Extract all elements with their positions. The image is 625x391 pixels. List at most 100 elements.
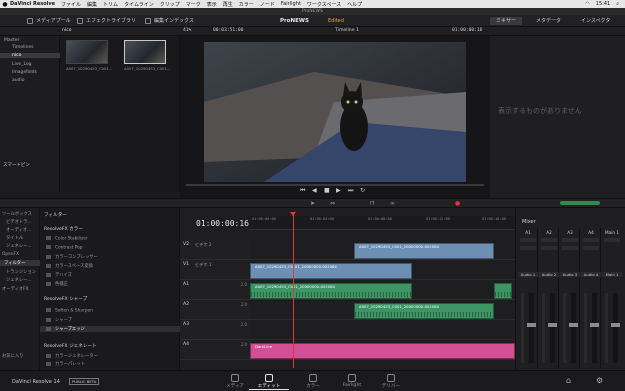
tree-openfx[interactable]: OpenFX [2,252,19,257]
effect-item[interactable]: デハイズ [46,272,72,278]
clip-thumbnail[interactable] [66,40,108,64]
menu-trim[interactable]: トリム [103,1,118,8]
tree-generators[interactable]: ジェネレー... [6,243,32,249]
timeline-name[interactable]: Timeline 1 [335,28,359,33]
audio-clip[interactable]: A007_10290453_C001_20000000-002064 [354,303,494,319]
tab-color[interactable]: カラー [293,374,333,389]
track-header-a4[interactable]: A4 2.0 [180,340,250,360]
volume-fader[interactable] [548,293,557,363]
trim-tool-icon[interactable]: ⇔ [330,200,335,207]
media-pool-button[interactable]: メディアプール [24,16,74,26]
track-header-a1[interactable]: A1 2.0 [180,280,250,300]
selection-tool-icon[interactable]: ➤ [310,200,315,207]
go-to-end-icon[interactable]: ⏭ [348,187,353,195]
menu-fairlight[interactable]: Fairlight [281,1,301,7]
effect-item[interactable]: Color Stabilizer [46,236,88,242]
effect-item[interactable]: カラーコンプレッサー [46,254,98,260]
effect-item[interactable]: Soften & Sharpen [46,308,93,314]
menu-clock[interactable]: 15:41 [596,1,610,7]
reverse-play-icon[interactable]: ◀ [312,187,317,194]
stop-icon[interactable]: ■ [324,187,330,194]
edit-index-button[interactable]: 編集インデックス [142,16,197,26]
tree-favorites[interactable]: お気に入り [2,353,23,359]
bin-timelines[interactable]: Timelines [12,45,33,50]
settings-gear-icon[interactable]: ⚙ [596,376,603,385]
viewer-frame-image[interactable] [204,42,466,182]
menu-app-name[interactable]: DaVinci Resolve [10,1,55,7]
loop-icon[interactable]: ↻ [360,187,365,194]
timeline-ruler[interactable]: 01:00:00:00 01:00:04:00 01:00:08:00 01:0… [250,216,515,230]
bin-nico[interactable]: nico [0,53,60,58]
menu-workspace[interactable]: ワークスペース [307,1,341,8]
eq-button[interactable] [562,246,578,250]
link-icon[interactable]: ∞ [390,200,395,207]
input-button[interactable] [583,238,599,242]
playhead[interactable] [293,212,294,368]
effect-item[interactable]: 色補正 [46,281,68,287]
effect-item[interactable]: カラーパレット [46,361,85,367]
bin-audio[interactable]: audio [12,78,24,83]
menu-edit[interactable]: 編集 [87,1,97,8]
zoom-slider[interactable] [560,201,600,205]
effect-item[interactable]: Contrast Pop [46,245,83,251]
menu-timeline[interactable]: タイムライン [124,1,154,8]
clip-thumbnail[interactable] [124,40,166,64]
menu-search-icon[interactable]: ⌕ [616,1,619,7]
audio-clip[interactable]: A007_10290453_C001_20000000-002064 [250,283,412,299]
bin-live-log[interactable]: Live_Log [12,62,31,67]
metadata-button[interactable]: メタデータ [530,17,567,25]
track-header-v2[interactable]: V2 ビデオ 2 [180,240,250,260]
track-header-a3[interactable]: A3 2.0 [180,320,250,340]
volume-fader[interactable] [611,293,620,363]
tree-audio-transitions[interactable]: オーディオ... [6,227,31,233]
effect-item[interactable]: カラージェネレーター [46,353,98,359]
inspector-button[interactable]: インスペクタ [575,17,616,25]
scrubber-bar[interactable] [186,184,484,186]
tree-video-transitions[interactable]: ビデオトラ... [6,219,32,225]
eq-button[interactable] [583,246,599,250]
tree-audio-fx[interactable]: オーディオFX [2,286,29,292]
smart-bins-header[interactable]: スマートビン [3,162,30,168]
track-header-v1[interactable]: V1 ビデオ 1 [180,260,250,280]
input-button[interactable] [604,238,620,242]
tab-fairlight[interactable]: Fairlight [332,374,372,388]
wifi-icon[interactable]: ◠ [585,1,589,7]
home-icon[interactable]: ⌂ [566,376,571,385]
go-to-start-icon[interactable]: ⏮ [300,187,305,195]
eq-button[interactable] [541,246,557,250]
tab-edit[interactable]: エディット [249,374,289,390]
input-button[interactable] [520,238,536,242]
track-header-a2[interactable]: A2 2.0 [180,300,250,320]
play-icon[interactable]: ▶ [336,187,341,194]
menu-help[interactable]: ヘルプ [347,1,362,8]
apple-icon[interactable]: ● [0,1,10,8]
menu-playback[interactable]: 再生 [223,1,233,8]
menu-view[interactable]: 表示 [207,1,217,8]
mixer-button[interactable]: ミキサー [490,17,523,25]
bin-imagefolds[interactable]: Imagefolds [12,70,37,75]
effect-item-selected[interactable]: シャープエッジ [40,326,180,332]
effect-item[interactable]: カラースペース変換 [46,263,93,269]
bin-master[interactable]: Master [4,38,19,43]
volume-fader[interactable] [569,293,578,363]
snapping-icon[interactable]: ⊓ [370,200,375,207]
tree-transitions[interactable]: トランジション [6,269,36,275]
effect-item[interactable]: シャープ [46,317,72,323]
video-clip[interactable]: A007_10290453_C0_01_20000000-002064 [250,263,412,279]
effects-library-button[interactable]: エフェクトライブラリ [74,16,139,26]
audio-clip[interactable] [494,283,512,299]
audio-clip-pink[interactable]: DarkLine [250,343,515,359]
menu-file[interactable]: ファイル [61,1,81,8]
menu-color[interactable]: カラー [239,1,254,8]
input-button[interactable] [562,238,578,242]
volume-fader[interactable] [590,293,599,363]
menu-nodes[interactable]: ノード [260,1,275,8]
volume-fader[interactable] [527,293,536,363]
tree-generators-2[interactable]: ジェネレー... [6,277,32,283]
zoom-level[interactable]: 41% [183,28,191,33]
marker-icon[interactable]: ● [455,200,460,207]
tree-toolbox[interactable]: ツールボックス [2,211,32,217]
tab-deliver[interactable]: デリバー [371,374,411,389]
tree-titles[interactable]: タイトル [6,235,23,241]
eq-button[interactable] [520,246,536,250]
